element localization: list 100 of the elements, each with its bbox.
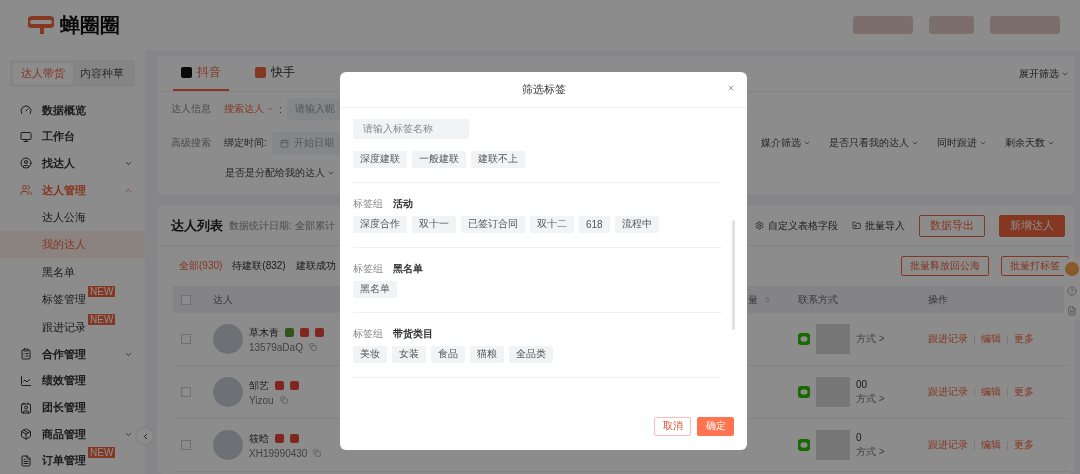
checkbox[interactable] bbox=[181, 387, 191, 397]
action-link[interactable]: 跟进记录 bbox=[928, 332, 968, 346]
chevron-down-icon bbox=[327, 169, 335, 177]
tag-chip[interactable]: 建联不上 bbox=[471, 150, 525, 168]
filter-dropdown[interactable]: 是否只看我的达人 bbox=[829, 136, 919, 150]
checkbox[interactable] bbox=[181, 440, 191, 450]
tag-chip[interactable]: 已签订合同 bbox=[461, 215, 525, 233]
copy-icon[interactable] bbox=[313, 449, 322, 457]
contact-link[interactable]: 方式 > bbox=[856, 444, 885, 459]
chevron-down-icon bbox=[979, 139, 987, 147]
influencer-id: Yizou bbox=[249, 394, 274, 406]
action-link[interactable]: 编辑 bbox=[981, 438, 1001, 452]
tag-chip[interactable]: 猫粮 bbox=[470, 345, 504, 363]
chevron-down-icon bbox=[1061, 70, 1069, 78]
tag-chip[interactable]: 全品类 bbox=[509, 345, 553, 363]
tag-chip[interactable]: 618 bbox=[579, 215, 610, 233]
tag-chip[interactable]: 深度建联 bbox=[353, 150, 407, 168]
collapse-button[interactable] bbox=[137, 428, 153, 444]
filter-dropdown[interactable]: 媒介筛选 bbox=[761, 136, 811, 150]
column-header: 达人 bbox=[213, 292, 234, 307]
document-icon[interactable] bbox=[1067, 306, 1077, 316]
filter-dropdown[interactable]: 剩余天数 bbox=[1005, 136, 1055, 150]
dialog-title: 筛选标签 bbox=[521, 82, 566, 97]
cancel-button[interactable]: 取消 bbox=[654, 416, 691, 436]
id-card-icon bbox=[20, 401, 32, 414]
gear-icon bbox=[755, 221, 764, 230]
nav-subitem[interactable]: 标签管理 NEW bbox=[0, 286, 145, 314]
chevron-down-icon bbox=[803, 139, 811, 147]
column-header: 联系方式 bbox=[798, 292, 839, 307]
logo-text: 蝉圈圈 bbox=[60, 12, 120, 38]
tag-chip[interactable]: 美妆 bbox=[353, 345, 387, 363]
action-link[interactable]: 编辑 bbox=[981, 332, 1001, 346]
nav-subitem[interactable]: 黑名单 bbox=[0, 258, 145, 286]
action-link[interactable]: 更多 bbox=[1014, 438, 1034, 452]
calendar-icon bbox=[279, 138, 289, 148]
group-label: 标签组 bbox=[353, 261, 383, 276]
nav-item[interactable]: 合作管理 bbox=[0, 341, 145, 368]
tag-chip[interactable]: 双十一 bbox=[412, 215, 456, 233]
tag-chip[interactable]: 食品 bbox=[431, 345, 465, 363]
users-icon bbox=[20, 184, 32, 196]
checkbox[interactable] bbox=[181, 334, 191, 344]
app-icon bbox=[181, 67, 192, 78]
avatar-placeholder bbox=[213, 377, 243, 407]
influencer-name: 邹艺 bbox=[249, 378, 269, 393]
copy-icon[interactable] bbox=[279, 396, 288, 404]
nav-subitem[interactable]: 跟进记录 NEW bbox=[0, 313, 145, 342]
action-link[interactable]: 更多 bbox=[1014, 385, 1034, 399]
avatar-placeholder bbox=[213, 430, 243, 460]
action-link[interactable]: 更多 bbox=[1014, 332, 1034, 346]
contact-link[interactable]: 方式 > bbox=[856, 332, 885, 346]
tag-search-field[interactable]: 请输入标签名称 bbox=[353, 118, 469, 139]
column-header: 操作 bbox=[928, 292, 949, 307]
group-label: 标签组 bbox=[353, 326, 383, 341]
action-link[interactable]: 跟进记录 bbox=[928, 438, 968, 452]
tag-chip[interactable]: 深度合作 bbox=[353, 215, 407, 233]
gauge-icon bbox=[20, 104, 32, 117]
nav-item[interactable]: 团长管理 bbox=[0, 394, 145, 421]
wechat-icon bbox=[798, 386, 810, 398]
status-tab[interactable]: 建联成功 bbox=[295, 259, 336, 273]
nav-item[interactable]: 找达人 bbox=[0, 150, 145, 177]
expand-filter-link[interactable]: 展开筛选 bbox=[1019, 67, 1069, 81]
action-link[interactable]: 编辑 bbox=[981, 385, 1001, 399]
tag-chip[interactable]: 流程中 bbox=[614, 215, 659, 233]
nav-item[interactable]: 数据概览 bbox=[0, 97, 145, 124]
checkbox[interactable] bbox=[181, 294, 191, 305]
clipboard-icon bbox=[20, 348, 32, 361]
monitor-icon bbox=[20, 130, 32, 143]
filter-dropdown[interactable]: 是否是分配给我的达人 bbox=[225, 166, 335, 180]
filter-label: 高级搜索 bbox=[171, 136, 212, 150]
contact-text: 00 bbox=[856, 378, 869, 390]
filter-dropdown[interactable]: 同时跟进 bbox=[937, 136, 987, 150]
contact-link[interactable]: 方式 > bbox=[856, 391, 885, 406]
tag-chip[interactable]: 黑名单 bbox=[353, 280, 397, 298]
action-link[interactable]: 跟进记录 bbox=[928, 385, 968, 399]
tag-chip[interactable]: 双十二 bbox=[530, 215, 574, 233]
nav-item[interactable]: 绩效管理 bbox=[0, 367, 145, 395]
group-name: 带货类目 bbox=[393, 326, 433, 341]
tag-chip[interactable]: 女装 bbox=[392, 345, 426, 363]
avatar-placeholder bbox=[213, 324, 243, 354]
toolbar-link[interactable]: 自定义表格字段 bbox=[755, 218, 838, 233]
nav-item[interactable]: 订单管理 NEW bbox=[0, 447, 145, 474]
copy-icon[interactable] bbox=[308, 343, 317, 351]
blurred-block bbox=[929, 16, 974, 34]
close-button[interactable] bbox=[727, 84, 735, 92]
help-icon[interactable] bbox=[1067, 286, 1077, 296]
confirm-button[interactable]: 确定 bbox=[697, 416, 734, 436]
chevron-down-icon bbox=[266, 105, 274, 113]
blurred-block bbox=[990, 16, 1060, 34]
tag-chip[interactable]: 一般建联 bbox=[412, 150, 466, 168]
box-icon bbox=[20, 428, 32, 441]
influencer-id: XH19990430 bbox=[249, 447, 308, 459]
nav-item[interactable]: 工作台 bbox=[0, 123, 145, 151]
mode-tab[interactable]: 内容种草 bbox=[72, 63, 132, 84]
add-button[interactable]: 新增达人 bbox=[999, 214, 1065, 237]
group-name: 黑名单 bbox=[393, 261, 423, 276]
toolbar-link[interactable]: 批量导入 bbox=[852, 218, 905, 233]
status-tab[interactable]: 待建联(832) bbox=[232, 259, 286, 273]
platform-tab[interactable]: 快手 bbox=[247, 64, 303, 91]
nav-subitem[interactable]: 达人公海 bbox=[0, 203, 145, 231]
column-header: 量 bbox=[748, 292, 758, 307]
